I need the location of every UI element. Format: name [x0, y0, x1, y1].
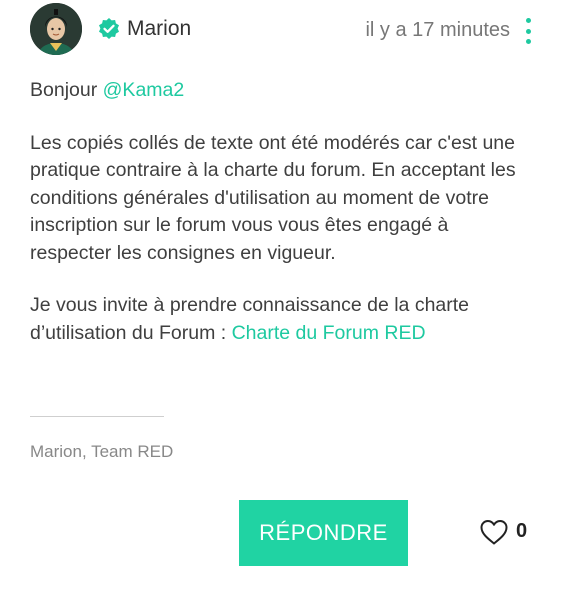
author-name[interactable]: Marion: [127, 16, 191, 42]
reply-button[interactable]: RÉPONDRE: [239, 500, 408, 566]
charter-paragraph: Je vous invite à prendre connaissance de…: [30, 292, 535, 347]
post-timestamp: il y a 17 minutes: [365, 19, 510, 41]
more-dot: [525, 18, 531, 23]
signature: Marion, Team RED: [30, 442, 174, 461]
signature-divider: [30, 416, 164, 417]
more-dot: [525, 39, 531, 44]
moderation-paragraph: Les copiés collés de texte ont été modér…: [30, 131, 516, 264]
greeting-text: Bonjour: [30, 79, 103, 101]
post-body: Bonjour @Kama2 Les copiés collés de text…: [30, 77, 535, 347]
avatar[interactable]: [30, 3, 82, 55]
more-vertical-icon[interactable]: [519, 18, 537, 44]
verified-badge-icon: [97, 17, 121, 41]
charter-link[interactable]: Charte du Forum RED: [232, 322, 426, 344]
like-count: 0: [516, 520, 528, 542]
user-mention[interactable]: @Kama2: [103, 79, 185, 101]
post-header: Marion il y a 17 minutes: [0, 0, 561, 58]
more-dot: [525, 28, 531, 34]
greeting: Bonjour @Kama2: [30, 77, 535, 105]
heart-outline-icon[interactable]: [479, 518, 509, 546]
